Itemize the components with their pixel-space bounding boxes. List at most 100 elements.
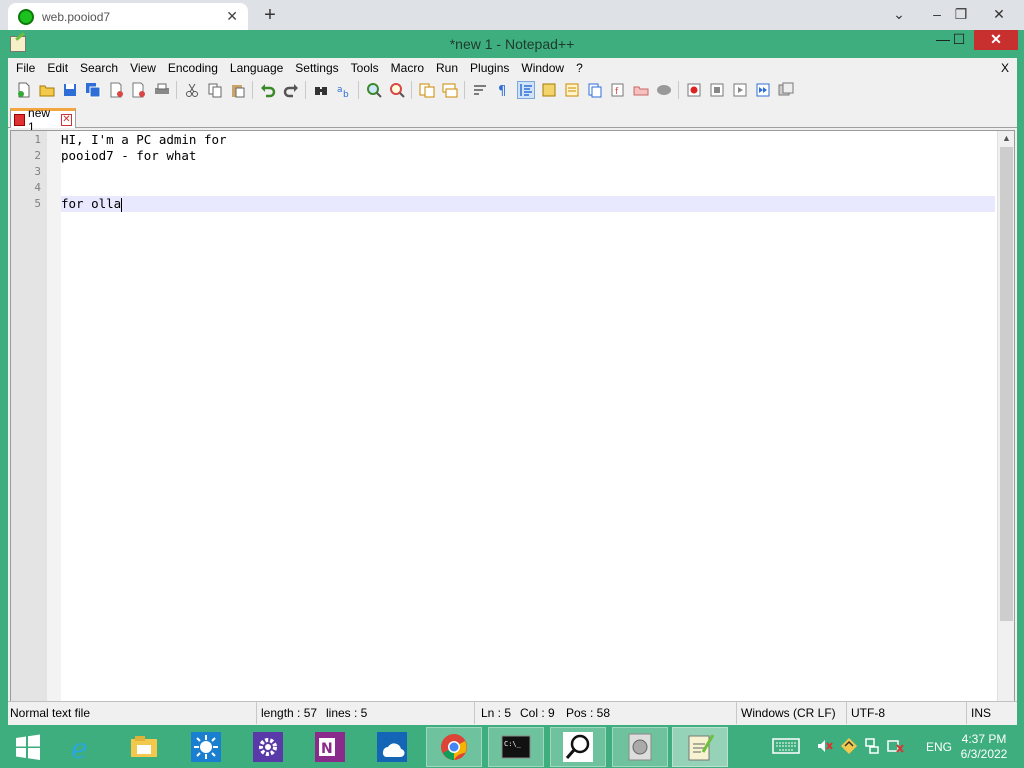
browser-restore-button[interactable]: ❐ bbox=[946, 2, 976, 26]
tab-new-1[interactable]: new 1 ✕ bbox=[10, 106, 76, 134]
paste-icon[interactable] bbox=[229, 81, 247, 99]
redo-icon[interactable] bbox=[282, 81, 300, 99]
disk-icon[interactable] bbox=[612, 727, 668, 767]
save-macro-icon[interactable] bbox=[777, 81, 795, 99]
vertical-scrollbar[interactable]: ▲ ▼ bbox=[997, 131, 1014, 717]
document-tab-bar: new 1 ✕ bbox=[8, 106, 1017, 134]
editor-line[interactable]: HI, I'm a PC admin for bbox=[61, 132, 995, 148]
status-col: Col : 9 bbox=[520, 706, 555, 720]
show-all-chars-icon[interactable]: ¶ bbox=[494, 81, 512, 99]
input-language-indicator[interactable]: ENG bbox=[926, 740, 952, 754]
toolbar-separator bbox=[305, 81, 306, 99]
function-list-icon[interactable] bbox=[586, 81, 604, 99]
close-document-button[interactable]: X bbox=[1001, 61, 1009, 75]
text-editor[interactable]: 1 HI, I'm a PC admin for 2 pooiod7 - for… bbox=[10, 130, 1015, 718]
menu-bar: File Edit Search View Encoding Language … bbox=[8, 58, 1017, 78]
internet-explorer-icon[interactable]: e bbox=[54, 727, 110, 767]
volume-muted-icon[interactable] bbox=[816, 737, 834, 755]
copy-icon[interactable] bbox=[206, 81, 224, 99]
monitoring-icon[interactable] bbox=[655, 81, 673, 99]
menu-tools[interactable]: Tools bbox=[345, 61, 385, 75]
file-explorer-icon[interactable] bbox=[116, 727, 172, 767]
doc-map-icon[interactable] bbox=[563, 81, 581, 99]
status-mode: INS bbox=[966, 702, 1017, 724]
run-macro-multiple-icon[interactable] bbox=[754, 81, 772, 99]
network-icon[interactable] bbox=[864, 737, 882, 755]
menu-macro[interactable]: Macro bbox=[385, 61, 430, 75]
zoom-out-icon[interactable] bbox=[388, 81, 406, 99]
scrollbar-thumb[interactable] bbox=[1000, 147, 1013, 621]
find-icon[interactable] bbox=[312, 81, 330, 99]
keyboard-icon[interactable] bbox=[772, 737, 800, 755]
editor-line[interactable] bbox=[61, 164, 995, 180]
onedrive-icon[interactable] bbox=[364, 727, 420, 767]
action-center-icon[interactable] bbox=[840, 737, 858, 755]
stop-macro-icon[interactable] bbox=[708, 81, 726, 99]
clock[interactable]: 4:37 PM 6/3/2022 bbox=[954, 732, 1014, 762]
notepadpp-icon[interactable] bbox=[672, 727, 728, 767]
open-file-icon[interactable] bbox=[38, 81, 56, 99]
menu-encoding[interactable]: Encoding bbox=[162, 61, 224, 75]
client-area: File Edit Search View Encoding Language … bbox=[8, 58, 1017, 725]
new-tab-button[interactable]: + bbox=[260, 4, 280, 26]
menu-settings[interactable]: Settings bbox=[289, 61, 344, 75]
cut-icon[interactable] bbox=[183, 81, 201, 99]
menu-search[interactable]: Search bbox=[74, 61, 124, 75]
browser-close-button[interactable]: ✕ bbox=[984, 2, 1014, 26]
menu-language[interactable]: Language bbox=[224, 61, 289, 75]
tab-close-icon[interactable]: ✕ bbox=[60, 113, 72, 126]
windows-start-icon[interactable] bbox=[0, 727, 56, 767]
settings-icon[interactable] bbox=[240, 727, 296, 767]
sync-v-icon[interactable] bbox=[418, 81, 436, 99]
menu-edit[interactable]: Edit bbox=[41, 61, 74, 75]
menu-window[interactable]: Window bbox=[515, 61, 570, 75]
onenote-icon[interactable]: N bbox=[302, 727, 358, 767]
chrome-icon[interactable] bbox=[426, 727, 482, 767]
menu-view[interactable]: View bbox=[124, 61, 162, 75]
taskbar: e N C:\_ ENG 4:37 PM 6/3/2022 bbox=[0, 725, 1024, 768]
svg-text:N: N bbox=[321, 741, 333, 757]
print-icon[interactable] bbox=[153, 81, 171, 99]
scroll-up-arrow-icon[interactable]: ▲ bbox=[998, 131, 1015, 145]
close-all-icon[interactable] bbox=[130, 81, 148, 99]
window-maximize-button[interactable]: ☐ bbox=[942, 30, 976, 50]
menu-plugins[interactable]: Plugins bbox=[464, 61, 515, 75]
close-icon[interactable] bbox=[107, 81, 125, 99]
weather-icon[interactable] bbox=[178, 727, 234, 767]
word-wrap-icon[interactable] bbox=[471, 81, 489, 99]
menu-run[interactable]: Run bbox=[430, 61, 464, 75]
editor-line[interactable]: pooiod7 - for what bbox=[61, 148, 995, 164]
undo-icon[interactable] bbox=[259, 81, 277, 99]
magnifier-icon[interactable] bbox=[550, 727, 606, 767]
menu-file[interactable]: File bbox=[10, 61, 41, 75]
indent-guide-icon[interactable] bbox=[516, 81, 535, 99]
status-bar: Normal text file length : 57 lines : 5 L… bbox=[8, 701, 1017, 724]
record-macro-icon[interactable] bbox=[685, 81, 703, 99]
sync-h-icon[interactable] bbox=[441, 81, 459, 99]
editor-line[interactable] bbox=[61, 180, 995, 196]
command-prompt-icon[interactable]: C:\_ bbox=[488, 727, 544, 767]
save-icon[interactable] bbox=[61, 81, 79, 99]
tab-search-dropdown-icon[interactable]: ⌄ bbox=[884, 2, 914, 26]
window-close-button[interactable]: ✕ bbox=[974, 30, 1018, 50]
zoom-in-icon[interactable] bbox=[365, 81, 383, 99]
svg-text:b: b bbox=[343, 90, 349, 98]
site-favicon-icon bbox=[18, 8, 34, 25]
menu-help[interactable]: ? bbox=[570, 61, 589, 75]
clock-date: 6/3/2022 bbox=[960, 747, 1008, 761]
line-number: 4 bbox=[34, 181, 41, 194]
replace-icon[interactable]: ab bbox=[335, 81, 353, 99]
save-all-icon[interactable] bbox=[84, 81, 102, 99]
folder-open-icon[interactable] bbox=[632, 81, 650, 99]
new-file-icon[interactable] bbox=[15, 81, 33, 99]
browser-tab[interactable]: web.pooiod7 ✕ bbox=[8, 3, 248, 30]
current-editor-line[interactable]: for olla bbox=[61, 196, 995, 212]
udl-icon[interactable] bbox=[540, 81, 558, 99]
play-macro-icon[interactable] bbox=[731, 81, 749, 99]
power-icon[interactable] bbox=[886, 737, 904, 755]
title-bar[interactable]: *new 1 - Notepad++ — ☐ ✕ bbox=[0, 30, 1024, 58]
browser-tab-close-icon[interactable]: ✕ bbox=[226, 8, 238, 25]
window-title: *new 1 - Notepad++ bbox=[449, 36, 575, 52]
folder-workspace-icon[interactable]: f bbox=[609, 81, 627, 99]
toolbar-separator bbox=[252, 81, 253, 99]
